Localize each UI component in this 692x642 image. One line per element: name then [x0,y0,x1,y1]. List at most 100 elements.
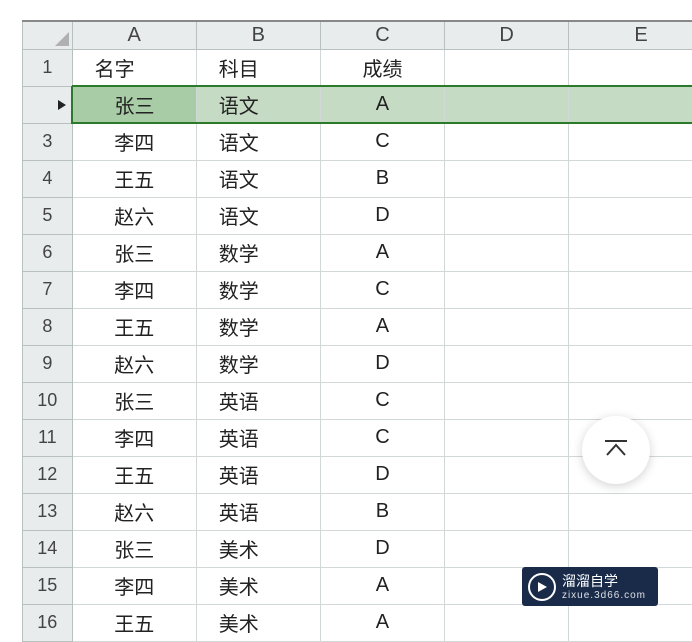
cell-score[interactable]: B [320,160,444,197]
cell-score[interactable]: A [320,604,444,641]
cell-subject[interactable]: 数学 [196,234,320,271]
empty-cell[interactable] [569,160,692,197]
cell-score[interactable]: A [320,308,444,345]
cell-subject[interactable]: 英语 [196,382,320,419]
empty-cell[interactable] [569,493,692,530]
cell-name[interactable]: 王五 [72,308,196,345]
empty-cell[interactable] [445,419,569,456]
empty-cell[interactable] [445,197,569,234]
empty-cell[interactable] [445,271,569,308]
cell-score[interactable]: C [320,382,444,419]
row-header[interactable]: 16 [23,604,73,641]
empty-cell[interactable] [569,123,692,160]
cell-subject[interactable]: 语文 [196,123,320,160]
empty-cell[interactable] [569,49,692,86]
cell-subject[interactable]: 语文 [196,160,320,197]
empty-cell[interactable] [445,160,569,197]
column-header-D[interactable]: D [445,21,569,49]
empty-cell[interactable] [569,604,692,641]
cell-score[interactable]: B [320,493,444,530]
header-cell-score[interactable]: 成绩 [320,49,444,86]
cell-name[interactable]: 赵六 [72,345,196,382]
cell-subject[interactable]: 语文 [196,197,320,234]
cell-subject[interactable]: 美术 [196,530,320,567]
cell-name[interactable]: 李四 [72,123,196,160]
cell-score[interactable]: D [320,345,444,382]
cell-subject[interactable]: 英语 [196,493,320,530]
empty-cell[interactable] [569,86,692,123]
empty-cell[interactable] [569,197,692,234]
cell-subject[interactable]: 美术 [196,604,320,641]
spreadsheet[interactable]: A B C D E 1 名字 科目 成绩 张三语文A3李四语文C4王五语文B5赵… [22,20,692,642]
row-header[interactable]: 12 [23,456,73,493]
select-all-corner[interactable] [23,21,73,49]
row-header[interactable]: 7 [23,271,73,308]
row-header[interactable]: 11 [23,419,73,456]
empty-cell[interactable] [445,234,569,271]
cell-score[interactable]: C [320,271,444,308]
column-header-C[interactable]: C [320,21,444,49]
row-header[interactable]: 1 [23,49,73,86]
row-header[interactable] [23,86,73,123]
cell-name[interactable]: 李四 [72,271,196,308]
cell-subject[interactable]: 数学 [196,308,320,345]
row-header[interactable]: 15 [23,567,73,604]
cell-score[interactable]: D [320,456,444,493]
cell-name[interactable]: 李四 [72,419,196,456]
scroll-to-top-button[interactable] [582,416,650,484]
cell-score[interactable]: A [320,567,444,604]
empty-cell[interactable] [445,604,569,641]
cell-subject[interactable]: 美术 [196,567,320,604]
cell-score[interactable]: C [320,419,444,456]
empty-cell[interactable] [569,530,692,567]
cell-name[interactable]: 王五 [72,604,196,641]
cell-name[interactable]: 张三 [72,382,196,419]
empty-cell[interactable] [445,345,569,382]
empty-cell[interactable] [569,345,692,382]
cell-name[interactable]: 张三 [72,530,196,567]
cell-name[interactable]: 赵六 [72,197,196,234]
empty-cell[interactable] [445,456,569,493]
cell-score[interactable]: D [320,197,444,234]
empty-cell[interactable] [569,234,692,271]
row-header[interactable]: 9 [23,345,73,382]
row-header[interactable]: 3 [23,123,73,160]
row-header[interactable]: 4 [23,160,73,197]
empty-cell[interactable] [445,308,569,345]
cell-subject[interactable]: 英语 [196,456,320,493]
cell-subject[interactable]: 数学 [196,345,320,382]
row-header[interactable]: 8 [23,308,73,345]
cell-subject[interactable]: 英语 [196,419,320,456]
empty-cell[interactable] [445,49,569,86]
column-header-A[interactable]: A [72,21,196,49]
cell-subject[interactable]: 语文 [196,86,320,123]
cell-name[interactable]: 张三 [72,234,196,271]
row-header[interactable]: 5 [23,197,73,234]
cell-name[interactable]: 王五 [72,160,196,197]
cell-score[interactable]: C [320,123,444,160]
row-header[interactable]: 10 [23,382,73,419]
empty-cell[interactable] [569,271,692,308]
empty-cell[interactable] [445,86,569,123]
empty-cell[interactable] [445,493,569,530]
column-header-B[interactable]: B [196,21,320,49]
cell-score[interactable]: A [320,234,444,271]
cell-name[interactable]: 李四 [72,567,196,604]
empty-cell[interactable] [569,308,692,345]
cell-name[interactable]: 王五 [72,456,196,493]
empty-cell[interactable] [445,530,569,567]
empty-cell[interactable] [445,123,569,160]
cell-score[interactable]: D [320,530,444,567]
empty-cell[interactable] [445,382,569,419]
cell-subject[interactable]: 数学 [196,271,320,308]
header-cell-subject[interactable]: 科目 [196,49,320,86]
header-cell-name[interactable]: 名字 [72,49,196,86]
row-header[interactable]: 6 [23,234,73,271]
row-header[interactable]: 14 [23,530,73,567]
cell-score[interactable]: A [320,86,444,123]
empty-cell[interactable] [569,382,692,419]
column-header-E[interactable]: E [569,21,692,49]
cell-name[interactable]: 张三 [72,86,196,123]
cell-name[interactable]: 赵六 [72,493,196,530]
row-header[interactable]: 13 [23,493,73,530]
